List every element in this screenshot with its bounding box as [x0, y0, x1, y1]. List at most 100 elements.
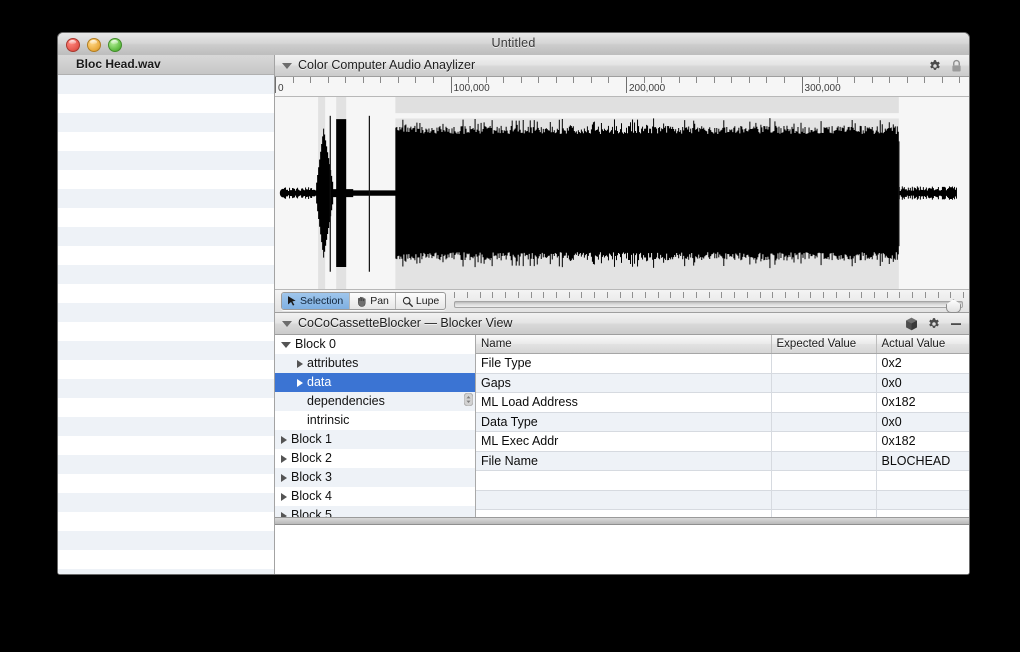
- sidebar-row[interactable]: [58, 379, 274, 398]
- table-row[interactable]: Gaps 0x0: [476, 373, 969, 394]
- column-header-name[interactable]: Name: [476, 335, 772, 355]
- table-cell-actual[interactable]: BLOCHEAD: [876, 451, 969, 472]
- table-row[interactable]: File Name BLOCHEAD: [476, 451, 969, 472]
- sidebar-row[interactable]: [58, 360, 274, 379]
- table-cell-name[interactable]: ML Exec Addr: [476, 431, 772, 452]
- table-cell-expected[interactable]: [771, 431, 877, 452]
- table-row[interactable]: [476, 509, 969, 518]
- window-titlebar[interactable]: Untitled: [58, 33, 969, 56]
- table-cell-name[interactable]: [476, 509, 772, 518]
- tree-item-block-0[interactable]: Block 0: [275, 335, 475, 354]
- triangle-right-icon[interactable]: [281, 435, 287, 444]
- file-list-sidebar[interactable]: Bloc Head.wav: [58, 55, 275, 574]
- triangle-right-icon[interactable]: [281, 454, 287, 463]
- table-cell-actual[interactable]: 0x0: [876, 373, 969, 394]
- table-cell-name[interactable]: File Type: [476, 353, 772, 374]
- gear-icon[interactable]: [928, 59, 942, 73]
- sidebar-row[interactable]: [58, 303, 274, 322]
- table-cell-actual[interactable]: 0x2: [876, 353, 969, 374]
- table-cell-expected[interactable]: [771, 353, 877, 374]
- table-cell-expected[interactable]: [771, 490, 877, 511]
- gear-icon[interactable]: [927, 317, 941, 331]
- sidebar-row[interactable]: [58, 341, 274, 360]
- waveform-toolbar[interactable]: Selection Pan Lupe: [275, 290, 969, 314]
- table-cell-expected[interactable]: [771, 373, 877, 394]
- tree-rows[interactable]: Block 0 attributes data dependencies intrins…: [275, 335, 475, 518]
- sidebar-row-list[interactable]: [58, 75, 274, 574]
- sidebar-row[interactable]: [58, 284, 274, 303]
- sidebar-row[interactable]: [58, 436, 274, 455]
- table-cell-expected[interactable]: [771, 412, 877, 433]
- tree-item-block-4[interactable]: Block 4: [275, 487, 475, 506]
- tool-pan-button[interactable]: Pan: [350, 293, 396, 310]
- triangle-right-icon[interactable]: [297, 359, 303, 368]
- table-cell-name[interactable]: [476, 490, 772, 511]
- sidebar-row[interactable]: [58, 417, 274, 436]
- table-cell-name[interactable]: Data Type: [476, 412, 772, 433]
- tool-mode-segmented-control[interactable]: Selection Pan Lupe: [281, 292, 447, 311]
- sidebar-row[interactable]: [58, 151, 274, 170]
- table-row[interactable]: Data Type 0x0: [476, 412, 969, 433]
- table-cell-actual[interactable]: [876, 509, 969, 518]
- sidebar-row[interactable]: [58, 455, 274, 474]
- sidebar-row[interactable]: [58, 550, 274, 569]
- sidebar-row[interactable]: [58, 189, 274, 208]
- zoom-slider[interactable]: [454, 292, 964, 314]
- zoom-slider-track[interactable]: [454, 301, 963, 309]
- analyzer-pane-header[interactable]: Color Computer Audio Anaylizer: [275, 55, 969, 77]
- timeline-ruler[interactable]: 0 100,000 200,000 300,000: [275, 77, 969, 97]
- sidebar-row[interactable]: [58, 474, 274, 493]
- block-outline-tree[interactable]: Block 0 attributes data dependencies intrins…: [275, 335, 476, 518]
- column-header-expected[interactable]: Expected Value: [771, 335, 877, 355]
- sidebar-row[interactable]: [58, 569, 274, 574]
- sidebar-row[interactable]: [58, 246, 274, 265]
- table-cell-name[interactable]: Gaps: [476, 373, 772, 394]
- table-row[interactable]: ML Load Address 0x182: [476, 392, 969, 413]
- table-body[interactable]: File Type 0x2 Gaps 0x0 ML Load Address 0x182 D…: [476, 353, 969, 518]
- blocker-resize-grip[interactable]: [275, 517, 969, 526]
- sidebar-row[interactable]: [58, 94, 274, 113]
- tree-item-intrinsic[interactable]: intrinsic: [275, 411, 475, 430]
- table-cell-expected[interactable]: [771, 392, 877, 413]
- triangle-right-icon[interactable]: [297, 378, 303, 387]
- sidebar-row[interactable]: [58, 170, 274, 189]
- table-cell-actual[interactable]: [876, 490, 969, 511]
- table-cell-actual[interactable]: 0x182: [876, 431, 969, 452]
- triangle-down-icon[interactable]: [282, 320, 292, 327]
- table-cell-expected[interactable]: [771, 451, 877, 472]
- sidebar-row[interactable]: [58, 512, 274, 531]
- sidebar-row[interactable]: [58, 75, 274, 94]
- sidebar-row[interactable]: [58, 227, 274, 246]
- sidebar-row[interactable]: [58, 493, 274, 512]
- tool-selection-button[interactable]: Selection: [282, 293, 351, 310]
- triangle-right-icon[interactable]: [281, 492, 287, 501]
- cube-icon[interactable]: [905, 317, 918, 331]
- tree-item-block-3[interactable]: Block 3: [275, 468, 475, 488]
- table-cell-actual[interactable]: [876, 470, 969, 491]
- tree-item-block-5[interactable]: Block 5: [275, 506, 475, 518]
- table-row[interactable]: [476, 470, 969, 491]
- table-cell-expected[interactable]: [771, 509, 877, 518]
- sidebar-row[interactable]: [58, 531, 274, 550]
- sidebar-row[interactable]: [58, 113, 274, 132]
- triangle-right-icon[interactable]: [281, 511, 287, 518]
- waveform-display[interactable]: [275, 97, 969, 291]
- table-cell-expected[interactable]: [771, 470, 877, 491]
- blocker-pane-header[interactable]: CoCoCassetteBlocker — Blocker View: [275, 313, 969, 336]
- sidebar-row[interactable]: [58, 322, 274, 341]
- sidebar-header-filename[interactable]: Bloc Head.wav: [58, 55, 274, 75]
- tree-item-attributes[interactable]: attributes: [275, 354, 475, 374]
- table-cell-name[interactable]: File Name: [476, 451, 772, 472]
- lock-icon[interactable]: [951, 59, 962, 73]
- triangle-down-icon[interactable]: [282, 62, 292, 69]
- sidebar-row[interactable]: [58, 132, 274, 151]
- table-cell-name[interactable]: [476, 470, 772, 491]
- column-header-actual[interactable]: Actual Value: [876, 335, 969, 355]
- sidebar-row[interactable]: [58, 265, 274, 284]
- minus-icon[interactable]: [950, 318, 962, 330]
- sidebar-row[interactable]: [58, 208, 274, 227]
- sidebar-row[interactable]: [58, 398, 274, 417]
- table-cell-actual[interactable]: 0x182: [876, 392, 969, 413]
- table-row[interactable]: ML Exec Addr 0x182: [476, 431, 969, 452]
- table-cell-actual[interactable]: 0x0: [876, 412, 969, 433]
